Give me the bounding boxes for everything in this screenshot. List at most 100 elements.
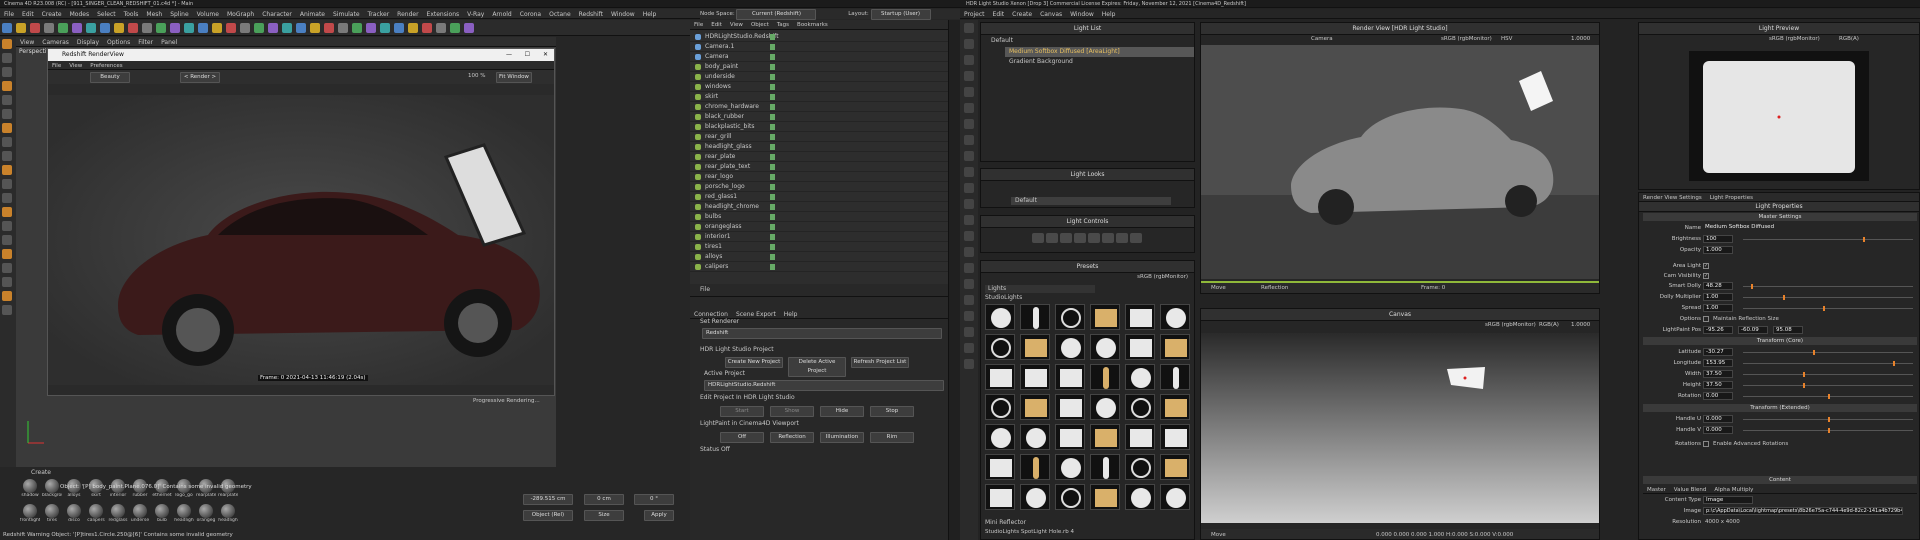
material-swatch[interactable]: underse: [130, 504, 150, 528]
preset-thumbnail[interactable]: [1125, 484, 1155, 510]
minimize-icon[interactable]: —: [506, 49, 512, 61]
maximize-icon[interactable]: ☐: [525, 49, 530, 61]
object-row[interactable]: HDRLightStudio.Redshift: [690, 32, 960, 42]
preset-thumbnail[interactable]: [1055, 424, 1085, 450]
hdr-tool-icon[interactable]: [964, 87, 974, 97]
light-control-icon[interactable]: [1116, 233, 1128, 243]
hdr-tool-icon[interactable]: [964, 199, 974, 209]
show-button[interactable]: Show: [770, 406, 814, 417]
left-tool-icon[interactable]: [2, 291, 12, 301]
preset-thumbnail[interactable]: [1090, 484, 1120, 510]
left-tool-icon[interactable]: [2, 39, 12, 49]
toolbar-tool-icon[interactable]: [212, 23, 222, 33]
image-path-field[interactable]: p:\c\AppData\Local\lightmap\presets\8b26…: [1703, 507, 1903, 515]
obj-menu-view[interactable]: View: [726, 20, 747, 29]
render-exposure[interactable]: 1.0000: [1571, 36, 1590, 42]
zoom-value[interactable]: 100 %: [468, 73, 485, 79]
preset-thumbnail[interactable]: [1020, 334, 1050, 360]
light-control-icon[interactable]: [1130, 233, 1142, 243]
toolbar-tool-icon[interactable]: [86, 23, 96, 33]
object-row[interactable]: rear_plate_text: [690, 162, 960, 172]
light-control-icon[interactable]: [1046, 233, 1058, 243]
rotation-slider[interactable]: [1743, 394, 1913, 399]
object-row[interactable]: Camera.1: [690, 42, 960, 52]
toolbar-tool-icon[interactable]: [254, 23, 264, 33]
apply-button[interactable]: Apply: [644, 510, 674, 521]
size-x-field[interactable]: 0 cm: [584, 494, 624, 505]
obj-menu-tags[interactable]: Tags: [773, 20, 793, 29]
preset-thumbnail[interactable]: [1125, 454, 1155, 480]
stop-button[interactable]: Stop: [870, 406, 914, 417]
hdr-menu-edit[interactable]: Edit: [989, 9, 1009, 18]
preset-thumbnail[interactable]: [1125, 304, 1155, 330]
material-swatch[interactable]: bulb: [152, 504, 172, 528]
active-project-dropdown[interactable]: HDRLightStudio.Redshift: [704, 380, 944, 391]
latitude-field[interactable]: -30.27: [1703, 348, 1733, 356]
left-tool-icon[interactable]: [2, 53, 12, 63]
object-row[interactable]: red_glass1: [690, 192, 960, 202]
left-tool-icon[interactable]: [2, 151, 12, 161]
obj-menu-bookmarks[interactable]: Bookmarks: [793, 20, 832, 29]
preset-thumbnail[interactable]: [1090, 394, 1120, 420]
light-item-gradient[interactable]: Gradient Background: [1005, 57, 1194, 67]
material-swatch[interactable]: ethernet: [152, 479, 172, 503]
left-tool-icon[interactable]: [2, 109, 12, 119]
hdr-menu-help[interactable]: Help: [1098, 9, 1120, 18]
object-row[interactable]: windows: [690, 82, 960, 92]
preset-thumbnail[interactable]: [1055, 394, 1085, 420]
preset-thumbnail[interactable]: [1160, 454, 1190, 480]
menu-modes[interactable]: Modes: [66, 9, 93, 18]
hdr-tool-icon[interactable]: [964, 151, 974, 161]
material-swatch[interactable]: skirt: [86, 479, 106, 503]
hdr-tool-icon[interactable]: [964, 119, 974, 129]
toolbar-tool-icon[interactable]: [100, 23, 110, 33]
content-type-dropdown[interactable]: Image: [1703, 496, 1753, 504]
toolbar-tool-icon[interactable]: [156, 23, 166, 33]
rotation-field[interactable]: 0.00: [1703, 392, 1733, 400]
size-mode-dropdown[interactable]: Size: [584, 510, 624, 521]
menu-arnold[interactable]: Arnold: [488, 9, 515, 18]
preset-thumbnail[interactable]: [1020, 364, 1050, 390]
preset-thumbnail[interactable]: [1160, 334, 1190, 360]
brightness-slider[interactable]: [1743, 237, 1913, 242]
preset-thumbnail[interactable]: [1125, 424, 1155, 450]
menu-character[interactable]: Character: [258, 9, 296, 18]
object-visibility-icon[interactable]: [770, 214, 775, 220]
material-swatch[interactable]: logo_go: [174, 479, 194, 503]
menu-simulate[interactable]: Simulate: [329, 9, 364, 18]
toolbar-tool-icon[interactable]: [128, 23, 138, 33]
hdr-render-image[interactable]: [1201, 45, 1600, 279]
lp-off-button[interactable]: Off: [720, 432, 764, 443]
viewport-menu-panel[interactable]: Panel: [157, 37, 181, 46]
toolbar-tool-icon[interactable]: [366, 23, 376, 33]
preset-thumbnail[interactable]: [1125, 394, 1155, 420]
lp-pos-x[interactable]: -95.26: [1703, 326, 1733, 334]
object-row[interactable]: calipers: [690, 262, 960, 272]
object-row[interactable]: chrome_hardware: [690, 102, 960, 112]
hdr-tool-icon[interactable]: [964, 103, 974, 113]
toolbar-tool-icon[interactable]: [464, 23, 474, 33]
left-tool-icon[interactable]: [2, 165, 12, 175]
lp-illumination-button[interactable]: Illumination: [820, 432, 864, 443]
name-field[interactable]: Medium Softbox Diffused: [1703, 224, 1813, 232]
light-control-icon[interactable]: [1102, 233, 1114, 243]
hide-button[interactable]: Hide: [820, 406, 864, 417]
object-visibility-icon[interactable]: [770, 54, 775, 60]
preset-thumbnail[interactable]: [1090, 364, 1120, 390]
left-tool-icon[interactable]: [2, 95, 12, 105]
preset-thumbnail[interactable]: [1090, 454, 1120, 480]
smart-dolly-slider[interactable]: [1743, 284, 1913, 289]
light-control-icon[interactable]: [1074, 233, 1086, 243]
canvas-move-mode[interactable]: Move: [1211, 529, 1226, 539]
object-row[interactable]: underside: [690, 72, 960, 82]
menu-redshift[interactable]: Redshift: [575, 9, 607, 18]
hdr-tool-icon[interactable]: [964, 295, 974, 305]
toolbar-tool-icon[interactable]: [282, 23, 292, 33]
hdr-tool-icon[interactable]: [964, 359, 974, 369]
hdr-tool-icon[interactable]: [964, 55, 974, 65]
object-row[interactable]: alloys: [690, 252, 960, 262]
canvas-image[interactable]: [1201, 333, 1600, 523]
menu-octane[interactable]: Octane: [545, 9, 575, 18]
obj-menu-object[interactable]: Object: [747, 20, 773, 29]
object-visibility-icon[interactable]: [770, 184, 775, 190]
